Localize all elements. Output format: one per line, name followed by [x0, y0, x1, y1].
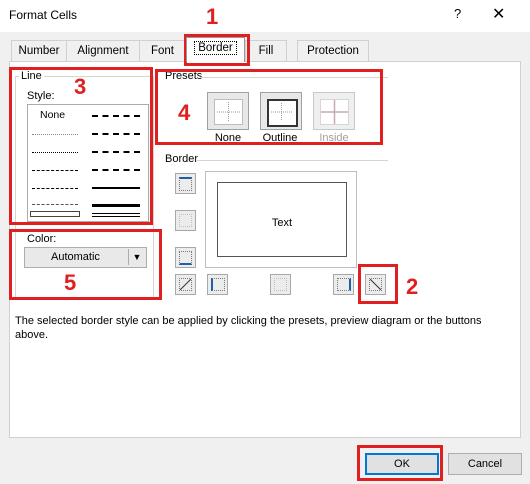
preview-text: Text	[271, 217, 293, 229]
border-left-button[interactable]	[207, 274, 228, 295]
border-top-icon	[179, 177, 192, 191]
border-preview[interactable]: Text	[205, 171, 357, 268]
annotation-box-ok	[357, 445, 443, 481]
tab-label: Number	[18, 45, 60, 57]
border-inside-vertical-button[interactable]	[270, 274, 291, 295]
tab-fill[interactable]: Fill	[245, 40, 287, 61]
tab-alignment[interactable]: Alignment	[66, 40, 140, 61]
annotation-box-2	[358, 264, 398, 304]
border-inside-horizontal-button[interactable]	[175, 210, 196, 231]
tab-protection[interactable]: Protection	[297, 40, 369, 61]
border-right-button[interactable]	[333, 274, 354, 295]
border-divider	[197, 160, 388, 161]
border-bottom-icon	[179, 251, 192, 265]
border-top-button[interactable]	[175, 173, 196, 194]
border-bottom-button[interactable]	[175, 247, 196, 268]
preview-cell[interactable]: Text	[217, 182, 347, 257]
tab-label: Fill	[258, 45, 274, 57]
annotation-number-5: 5	[64, 270, 77, 295]
annotation-number-3: 3	[74, 74, 87, 99]
border-diagonal-up-icon	[179, 278, 192, 291]
info-text: The selected border style can be applied…	[15, 315, 482, 341]
tab-font[interactable]: Font	[139, 40, 186, 61]
border-right-icon	[337, 278, 351, 291]
tab-label: Alignment	[77, 45, 129, 57]
window-title: Format Cells	[9, 8, 78, 22]
border-left-icon	[211, 278, 225, 291]
close-button[interactable]: ✕	[492, 4, 505, 24]
border-diagonal-up-button[interactable]	[175, 274, 196, 295]
cancel-button[interactable]: Cancel	[448, 453, 522, 475]
border-inside-horizontal-icon	[179, 214, 192, 227]
tab-label: Protection	[307, 45, 359, 57]
annotation-number-4: 4	[178, 100, 191, 125]
tab-label: Font	[150, 45, 174, 57]
tab-border[interactable]: Border	[186, 37, 245, 62]
annotation-box-5	[9, 229, 162, 300]
border-inside-vertical-icon	[274, 278, 287, 291]
annotation-number-2: 2	[406, 274, 419, 299]
annotation-number-1: 1	[206, 4, 219, 29]
tab-label: Border	[194, 41, 237, 55]
tab-number[interactable]: Number	[11, 40, 67, 61]
title-bar: Format Cells ? ✕	[0, 0, 530, 32]
help-button[interactable]: ?	[454, 6, 461, 21]
border-group-label: Border	[163, 153, 201, 165]
